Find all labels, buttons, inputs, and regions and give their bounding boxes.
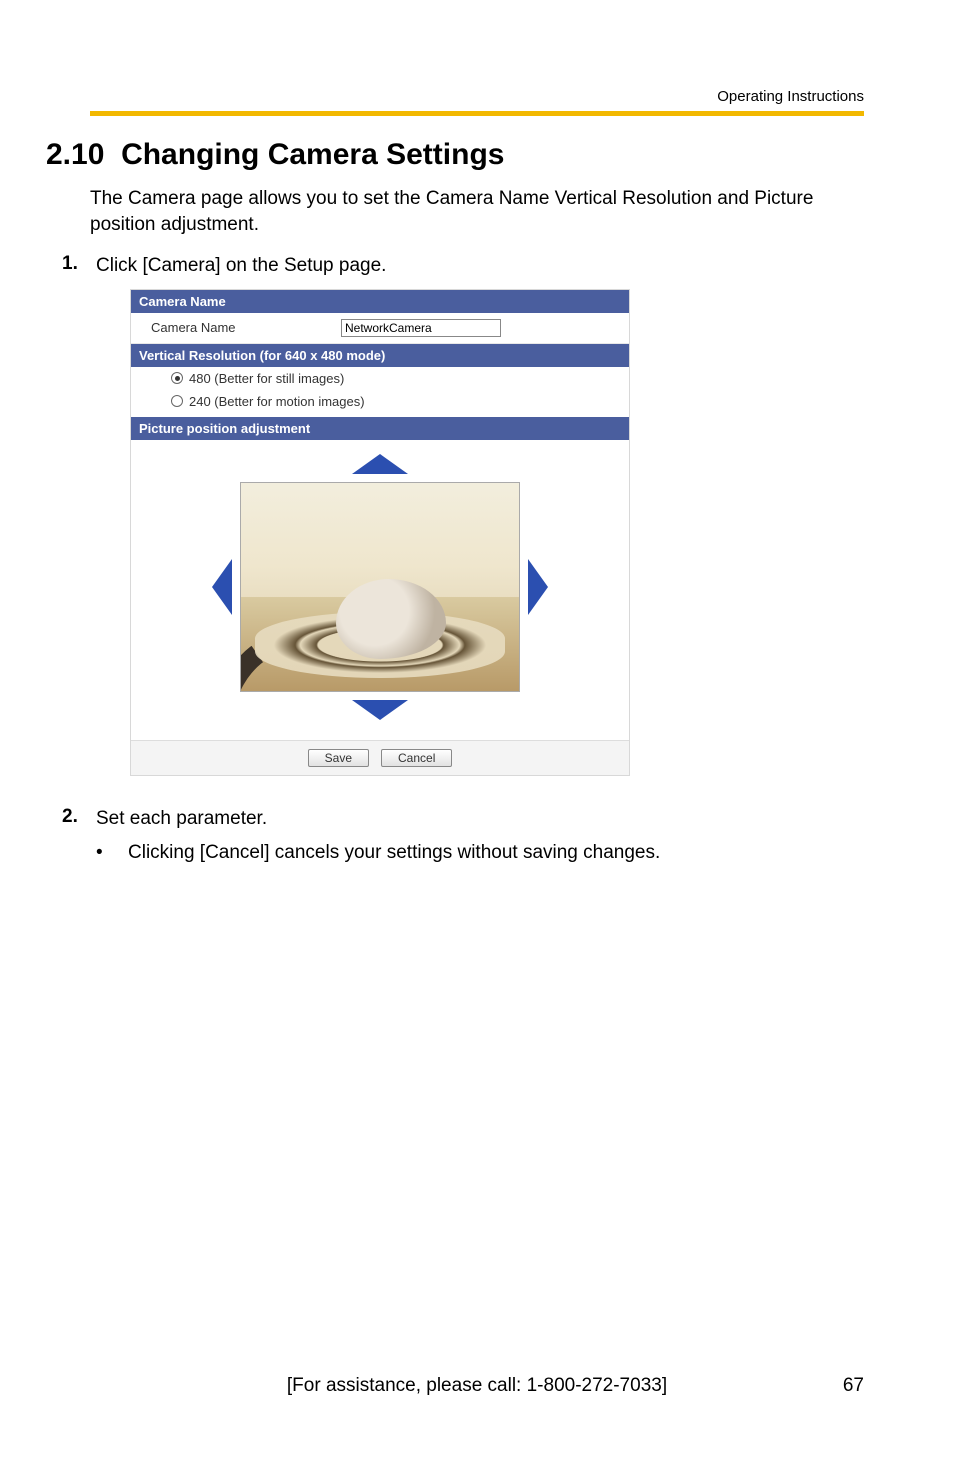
vres-option-480[interactable]: 480 (Better for still images) (131, 367, 629, 390)
radio-unselected-icon (171, 395, 183, 407)
vres-option-240-label: 240 (Better for motion images) (189, 394, 365, 409)
camera-name-section-header: Camera Name (131, 290, 629, 313)
picture-position-area (131, 440, 629, 740)
move-left-button[interactable] (212, 559, 232, 615)
vres-option-480-label: 480 (Better for still images) (189, 371, 344, 386)
section-number: 2.10 (46, 138, 104, 171)
move-up-button[interactable] (352, 454, 408, 474)
step-1-number: 1. (62, 253, 96, 275)
camera-name-label: Camera Name (151, 320, 341, 335)
step-1: 1. Click [Camera] on the Setup page. (62, 253, 864, 279)
step-1-text: Click [Camera] on the Setup page. (96, 253, 386, 279)
vres-option-240[interactable]: 240 (Better for motion images) (131, 390, 629, 417)
camera-preview-image (240, 482, 520, 692)
section-title: Changing Camera Settings (121, 138, 504, 171)
bullet-icon: • (96, 842, 128, 864)
intro-paragraph: The Camera page allows you to set the Ca… (90, 186, 864, 237)
picture-position-header: Picture position adjustment (131, 417, 629, 440)
section-heading: 2.10 Changing Camera Settings (46, 138, 864, 172)
radio-selected-icon (171, 372, 183, 384)
step-2-bullet: • Clicking [Cancel] cancels your setting… (96, 842, 864, 864)
camera-name-input[interactable] (341, 319, 501, 337)
camera-name-row: Camera Name (131, 313, 629, 344)
save-button[interactable]: Save (308, 749, 369, 767)
button-row: Save Cancel (131, 740, 629, 775)
cancel-button[interactable]: Cancel (381, 749, 452, 767)
step-2: 2. Set each parameter. (62, 806, 864, 832)
accent-bar (90, 111, 864, 116)
move-right-button[interactable] (528, 559, 548, 615)
footer-assistance-text: [For assistance, please call: 1-800-272-… (0, 1375, 954, 1397)
step-2-number: 2. (62, 806, 96, 828)
header-label: Operating Instructions (90, 88, 864, 105)
camera-settings-panel: Camera Name Camera Name Vertical Resolut… (130, 289, 630, 776)
step-2-text: Set each parameter. (96, 806, 267, 832)
bullet-text: Clicking [Cancel] cancels your settings … (128, 842, 660, 864)
page-footer: [For assistance, please call: 1-800-272-… (0, 1375, 954, 1397)
vertical-resolution-header: Vertical Resolution (for 640 x 480 mode) (131, 344, 629, 367)
move-down-button[interactable] (352, 700, 408, 720)
